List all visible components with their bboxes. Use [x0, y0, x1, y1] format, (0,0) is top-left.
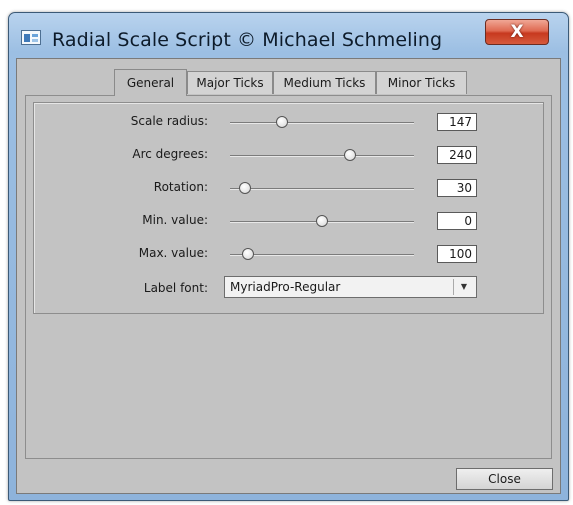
scale-radius-label: Scale radius: — [130, 114, 208, 128]
rotation-slider[interactable] — [230, 188, 414, 189]
chevron-down-icon[interactable]: ▼ — [453, 279, 474, 295]
min-value-slider-thumb[interactable] — [316, 215, 328, 227]
arc-degrees-slider-thumb[interactable] — [343, 149, 356, 161]
tab-minor-ticks[interactable]: Minor Ticks — [376, 71, 467, 94]
tab-major-ticks[interactable]: Major Ticks — [187, 71, 273, 94]
min-value-field[interactable]: 0 — [437, 212, 477, 230]
app-icon — [21, 30, 41, 45]
label-font-select[interactable]: MyriadPro-Regular ▼ — [224, 276, 477, 298]
label-font-label: Label font: — [143, 281, 208, 295]
tab-general[interactable]: General — [114, 69, 187, 96]
max-value-field[interactable]: 100 — [437, 245, 477, 263]
rotation-label: Rotation: — [153, 180, 208, 194]
tab-medium-ticks[interactable]: Medium Ticks — [273, 71, 376, 94]
arc-degrees-slider[interactable] — [230, 155, 414, 156]
window-close-button[interactable]: X — [485, 19, 549, 45]
title-bar[interactable]: Radial Scale Script © Michael Schmeling … — [9, 13, 568, 57]
dialog-window: Radial Scale Script © Michael Schmeling … — [8, 12, 569, 501]
window-title: Radial Scale Script © Michael Schmeling — [52, 29, 443, 51]
general-settings-group: Scale radius: 147 Arc degrees: 240 Rotat… — [33, 102, 544, 314]
rotation-slider-thumb[interactable] — [238, 182, 251, 194]
scale-radius-field[interactable]: 147 — [437, 113, 477, 131]
min-value-label: Min. value: — [142, 213, 208, 227]
tab-panel-general: Scale radius: 147 Arc degrees: 240 Rotat… — [25, 95, 552, 459]
arc-degrees-field[interactable]: 240 — [437, 146, 477, 164]
scale-radius-slider[interactable] — [230, 122, 414, 123]
rotation-field[interactable]: 30 — [437, 179, 477, 197]
close-button[interactable]: Close — [456, 468, 553, 490]
arc-degrees-label: Arc degrees: — [132, 147, 208, 161]
max-value-label: Max. value: — [138, 246, 208, 260]
max-value-slider[interactable] — [230, 254, 414, 255]
max-value-slider-thumb[interactable] — [242, 248, 255, 260]
label-font-value: MyriadPro-Regular — [230, 280, 341, 294]
dialog-client-area: General Major Ticks Medium Ticks Minor T… — [16, 58, 561, 494]
scale-radius-slider-thumb[interactable] — [275, 116, 288, 128]
